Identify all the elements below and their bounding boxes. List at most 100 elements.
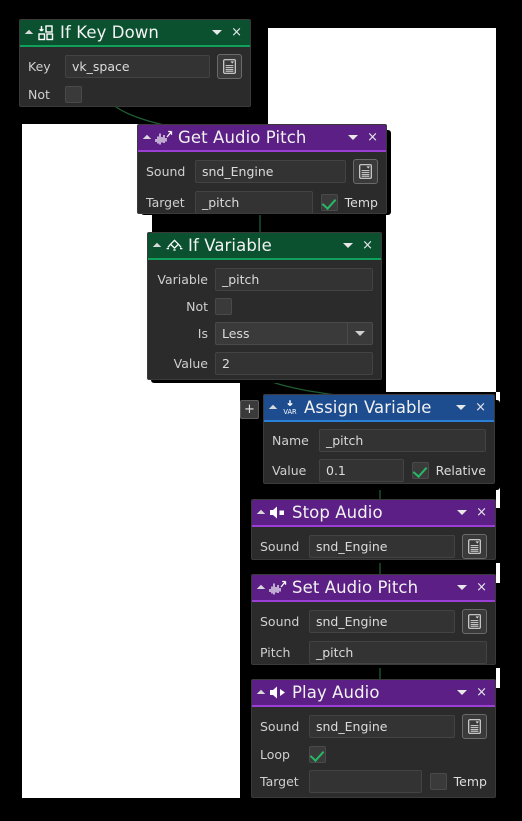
collapse-triangle-icon[interactable] (142, 134, 152, 143)
node-title: If Variable (188, 236, 272, 255)
node-header[interactable]: If Variable × (148, 233, 381, 260)
key-input[interactable]: vk_space (65, 55, 210, 78)
canvas-area (22, 392, 240, 798)
close-icon[interactable]: × (476, 581, 489, 594)
node-graph-canvas[interactable]: If Key Down × Key vk_space Not Get Audio… (0, 0, 522, 821)
node-play-audio[interactable]: Play Audio × Sound snd_Engine Loop Targe… (251, 679, 496, 798)
field-label: Pitch (260, 645, 291, 660)
field-row-sound: Sound snd_Engine (260, 609, 487, 634)
value-input[interactable]: 2 (215, 352, 373, 375)
pitch-input[interactable]: _pitch (309, 641, 487, 664)
collapse-triangle-icon[interactable] (24, 29, 34, 38)
field-row-not: Not (28, 86, 242, 103)
field-row-target: Target _pitch Temp (146, 191, 378, 213)
sound-input[interactable]: snd_Engine (309, 715, 455, 738)
chevron-down-icon[interactable] (457, 585, 468, 590)
audio-waveform-up-icon (269, 579, 287, 597)
speaker-play-icon (269, 684, 287, 702)
field-row-name: Name _pitch (272, 429, 486, 452)
node-set-audio-pitch[interactable]: Set Audio Pitch × Sound snd_Engine Pitch… (251, 574, 496, 665)
collapse-triangle-icon[interactable] (256, 584, 266, 593)
close-icon[interactable]: × (231, 26, 244, 39)
add-node-button[interactable]: + (240, 400, 259, 419)
assign-var-icon: VAR (281, 399, 299, 417)
branch-compare-icon (165, 237, 183, 255)
temp-label: Temp (344, 195, 378, 210)
node-body: Sound snd_Engine Pitch _pitch (252, 602, 495, 664)
chevron-down-icon[interactable] (457, 510, 468, 515)
temp-label: Temp (453, 774, 487, 789)
sound-input[interactable]: snd_Engine (309, 535, 455, 558)
field-row-not: Not (156, 298, 373, 315)
node-if-key-down[interactable]: If Key Down × Key vk_space Not (19, 19, 251, 107)
chevron-down-icon[interactable] (347, 322, 373, 345)
node-title: Set Audio Pitch (292, 578, 419, 597)
sound-picker-button[interactable] (462, 609, 487, 634)
field-label: Variable (157, 272, 208, 287)
chevron-down-icon[interactable] (212, 30, 223, 35)
sound-picker-button[interactable] (462, 534, 487, 559)
target-input[interactable]: _pitch (195, 191, 313, 213)
node-title: Get Audio Pitch (178, 128, 307, 147)
close-icon[interactable]: × (362, 239, 375, 252)
field-label: Sound (260, 614, 300, 629)
sound-input[interactable]: snd_Engine (195, 160, 346, 183)
close-icon[interactable]: × (367, 131, 380, 144)
node-stop-audio[interactable]: Stop Audio × Sound snd_Engine (251, 499, 496, 560)
node-assign-variable[interactable]: VAR Assign Variable × Name _pitch Value … (263, 394, 495, 484)
node-header[interactable]: If Key Down × (20, 20, 250, 47)
collapse-triangle-icon[interactable] (256, 509, 266, 518)
loop-checkbox[interactable] (309, 746, 326, 763)
field-label: Not (28, 87, 50, 102)
temp-checkbox[interactable] (320, 194, 338, 211)
node-title: Stop Audio (292, 503, 383, 522)
not-checkbox[interactable] (65, 86, 82, 103)
field-label: Is (197, 326, 208, 341)
node-if-variable[interactable]: If Variable × Variable _pitch Not Is Les… (147, 232, 382, 380)
node-body: Variable _pitch Not Is Less Value 2 (148, 260, 381, 379)
collapse-triangle-icon[interactable] (152, 242, 162, 251)
node-title: If Key Down (60, 23, 159, 42)
comparison-dropdown[interactable]: Less (215, 322, 373, 345)
variable-input[interactable]: _pitch (215, 268, 373, 291)
chevron-down-icon[interactable] (348, 135, 359, 140)
key-picker-button[interactable] (217, 54, 242, 79)
field-row-pitch: Pitch _pitch (260, 641, 487, 664)
not-checkbox[interactable] (215, 298, 232, 315)
chevron-down-icon[interactable] (456, 405, 467, 410)
node-header[interactable]: Get Audio Pitch × (138, 125, 386, 152)
node-header[interactable]: Stop Audio × (252, 500, 495, 527)
field-label: Sound (260, 539, 300, 554)
node-header[interactable]: Play Audio × (252, 680, 495, 707)
target-input[interactable] (309, 770, 422, 793)
field-label: Loop (260, 747, 290, 762)
relative-label: Relative (435, 463, 486, 478)
value-input[interactable]: 0.1 (319, 459, 404, 482)
node-title: Assign Variable (304, 398, 432, 417)
temp-checkbox[interactable] (429, 773, 447, 790)
node-body: Key vk_space Not (20, 47, 250, 106)
close-icon[interactable]: × (476, 686, 489, 699)
node-body: Sound snd_Engine Loop Target Temp (252, 707, 495, 797)
field-row-is: Is Less (156, 322, 373, 345)
node-body: Name _pitch Value 0.1 Relative (264, 422, 494, 483)
close-icon[interactable]: × (476, 506, 489, 519)
node-header[interactable]: VAR Assign Variable × (264, 395, 494, 422)
close-icon[interactable]: × (475, 401, 488, 414)
relative-checkbox[interactable] (411, 462, 429, 479)
field-row-sound: Sound snd_Engine (146, 159, 378, 184)
collapse-triangle-icon[interactable] (268, 404, 278, 413)
sound-picker-button[interactable] (462, 714, 487, 739)
keyboard-key-down-icon (37, 24, 55, 42)
sound-picker-button[interactable] (353, 159, 378, 184)
chevron-down-icon[interactable] (343, 243, 354, 248)
field-row-sound: Sound snd_Engine (260, 714, 487, 739)
node-get-audio-pitch[interactable]: Get Audio Pitch × Sound snd_Engine Targe… (137, 124, 387, 214)
node-body: Sound snd_Engine (252, 527, 495, 559)
sound-input[interactable]: snd_Engine (309, 610, 455, 633)
field-row-key: Key vk_space (28, 54, 242, 79)
chevron-down-icon[interactable] (457, 690, 468, 695)
name-input[interactable]: _pitch (319, 429, 486, 452)
node-header[interactable]: Set Audio Pitch × (252, 575, 495, 602)
collapse-triangle-icon[interactable] (256, 689, 266, 698)
